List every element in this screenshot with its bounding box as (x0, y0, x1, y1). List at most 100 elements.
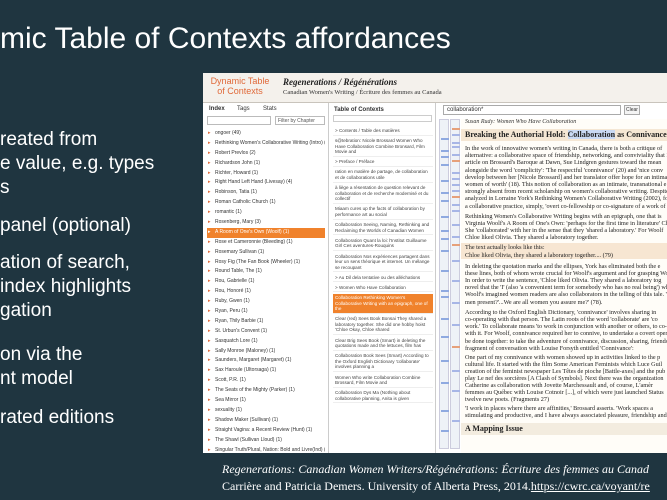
index-item[interactable]: ▸ Singular Truth/Plural, Nation: Bold and… (207, 446, 325, 454)
index-item[interactable]: ▸ Saunders, Margaret (Margaret) (1) (207, 356, 325, 366)
tab-index[interactable]: Index (209, 106, 225, 112)
hit-marker[interactable] (441, 336, 449, 338)
index-item[interactable]: ▸ The Seats of the Mighty (Parker) (1) (207, 386, 325, 396)
index-item[interactable]: ▸ Rou, Honoré (1) (207, 287, 325, 297)
tab-stats[interactable]: Stats (263, 106, 277, 112)
index-item[interactable]: ▸ Ryan, Thily Barbie (1) (207, 317, 325, 327)
toc-filter-input[interactable] (333, 115, 432, 122)
index-item[interactable]: ▸ Sasquatch Lore (1) (207, 337, 325, 347)
chapter-filter-select[interactable]: Filter by Chapter (275, 116, 325, 125)
index-item[interactable]: ▸ sexuality (1) (207, 406, 325, 416)
hit-marker[interactable] (441, 250, 449, 252)
hit-marker[interactable] (441, 180, 449, 182)
caption-link[interactable]: https://cwrc.ca/voyant/re (531, 479, 650, 493)
hit-marker[interactable] (452, 324, 460, 326)
toc-item[interactable]: s@tebration: Nicole Brossard Women Who H… (333, 137, 433, 157)
index-item[interactable]: ▸ The Shawl (Sullivan Lloud) (1) (207, 436, 325, 446)
hit-marker[interactable] (441, 238, 449, 240)
hit-marker[interactable] (441, 382, 449, 384)
clear-button[interactable]: Clear (624, 105, 640, 115)
toc-item[interactable]: Miaam cures up the facts of collaboratio… (333, 205, 433, 220)
toc-item[interactable]: > Contents / Table des matières (333, 127, 433, 136)
hit-marker[interactable] (441, 270, 449, 272)
index-item[interactable]: ▸ Sally Monroe (Maloney) (1) (207, 347, 325, 357)
index-item[interactable]: ▸ Rosemary Sullivan (1) (207, 248, 325, 258)
hit-marker[interactable] (452, 204, 460, 206)
toc-item[interactable]: > Preface / Préface (333, 158, 433, 167)
index-item[interactable]: ▸ Robert Prevlos (2) (207, 149, 325, 159)
hit-marker[interactable] (452, 346, 460, 348)
index-item[interactable]: ▸ Ryan, Peru (1) (207, 307, 325, 317)
hit-marker[interactable] (441, 216, 449, 218)
index-item[interactable]: ▸ Roman Catholic Church (1) (207, 198, 325, 208)
hit-marker[interactable] (441, 318, 449, 320)
tab-tags[interactable]: Tags (237, 106, 250, 112)
index-item[interactable]: ▸ romantic (1) (207, 208, 325, 218)
toc-item[interactable]: > Au Dil dela tentative ou des alléchati… (333, 274, 433, 283)
hit-marker[interactable] (441, 156, 449, 158)
toc-item[interactable]: Clear Brig Sees Book (Smart) in deleting… (333, 337, 433, 351)
toc-item[interactable]: > Women Who Have Collaboration (333, 284, 433, 293)
toc-item[interactable]: Clear (red) Sees Book Bonsai They shared… (333, 315, 433, 336)
index-item[interactable]: ▸ Rosenberg, Mary (3) (207, 218, 325, 228)
search-hits-strip[interactable] (439, 119, 449, 449)
index-item[interactable]: ▸ Rethinking Women's Collaborative Writin… (207, 139, 325, 149)
toc-item[interactable]: Collaboration Rethinking Women's Collabo… (333, 293, 433, 314)
hit-marker[interactable] (452, 420, 460, 422)
index-item[interactable]: ▸ Straight Vagina: a Recent Review (Hunt)… (207, 426, 325, 436)
hit-marker[interactable] (452, 260, 460, 262)
index-item[interactable]: ▸ St. Urbun's Convent (1) (207, 327, 325, 337)
index-item[interactable]: ▸ Sea Mirror (1) (207, 396, 325, 406)
hit-marker[interactable] (441, 192, 449, 194)
toc-item[interactable]: Collaboration Quant la loi: l'Institut G… (333, 237, 433, 251)
hit-marker[interactable] (452, 196, 460, 198)
hit-marker[interactable] (452, 172, 460, 174)
hit-marker[interactable] (452, 210, 460, 212)
index-item[interactable]: ▸ A Room of One's Own (Woolf) (1) (207, 227, 325, 238)
hit-marker[interactable] (452, 134, 460, 136)
hit-marker[interactable] (452, 154, 460, 156)
index-item[interactable]: ▸ Richardson John (1) (207, 159, 325, 169)
hit-marker[interactable] (441, 138, 449, 140)
index-item[interactable]: ▸ Sax Haroule (Ultorsaga) (1) (207, 366, 325, 376)
index-item[interactable]: ▸ Shadow Maker (Sullivan) (1) (207, 416, 325, 426)
hit-marker[interactable] (452, 184, 460, 186)
index-item[interactable]: ▸ Rosy Fig (The Fan Book (Wheeler) (1) (207, 258, 325, 268)
hit-marker[interactable] (441, 164, 449, 166)
index-hits-strip[interactable] (450, 119, 460, 449)
index-item[interactable]: ▸ Rose et Cameronnie (Bleeding) (1) (207, 238, 325, 248)
hit-marker[interactable] (452, 244, 460, 246)
hit-marker[interactable] (441, 150, 449, 152)
hit-marker[interactable] (441, 360, 449, 362)
index-item[interactable]: ▸ ongoer (49) (207, 129, 325, 139)
index-item[interactable]: ▸ Round Table, The (1) (207, 267, 325, 277)
toc-item[interactable]: à liège a résentation de question releva… (333, 184, 433, 204)
index-item[interactable]: ▸ Richter, Howard (1) (207, 169, 325, 179)
hit-marker[interactable] (441, 200, 449, 202)
hit-marker[interactable] (452, 160, 460, 162)
index-search-input[interactable] (207, 116, 271, 125)
hit-marker[interactable] (441, 290, 449, 292)
hit-marker[interactable] (452, 190, 460, 192)
toc-item[interactable]: Women Who write Collaboration Combine Br… (333, 374, 433, 388)
index-item[interactable]: ▸ Right Hand Left Hand (Livesay) (4) (207, 178, 325, 188)
toc-item[interactable]: ration en matière de partage, de collabo… (333, 168, 433, 183)
hit-marker[interactable] (452, 146, 460, 148)
hit-marker[interactable] (452, 128, 460, 130)
hit-marker[interactable] (452, 302, 460, 304)
hit-marker[interactable] (452, 236, 460, 238)
hit-marker[interactable] (452, 390, 460, 392)
hit-marker[interactable] (452, 280, 460, 282)
hit-marker[interactable] (452, 224, 460, 226)
toc-item[interactable]: Collaboration Dys Ma (Nothing about coll… (333, 389, 433, 404)
hit-marker[interactable] (441, 430, 449, 432)
hit-marker[interactable] (441, 230, 449, 232)
hit-marker[interactable] (441, 410, 449, 412)
toc-item[interactable]: Collaboration Book Sees (Smart) Accordin… (333, 352, 433, 372)
hit-marker[interactable] (452, 142, 460, 144)
hit-marker[interactable] (441, 296, 449, 298)
toc-item[interactable]: Collaboration Seeing, Naming, Rethinking… (333, 221, 433, 236)
index-item[interactable]: ▸ Ruby, Gwen (1) (207, 297, 325, 307)
search-input[interactable]: collaboration* (443, 105, 621, 115)
index-item[interactable]: ▸ Rou, Gabrielle (1) (207, 277, 325, 287)
